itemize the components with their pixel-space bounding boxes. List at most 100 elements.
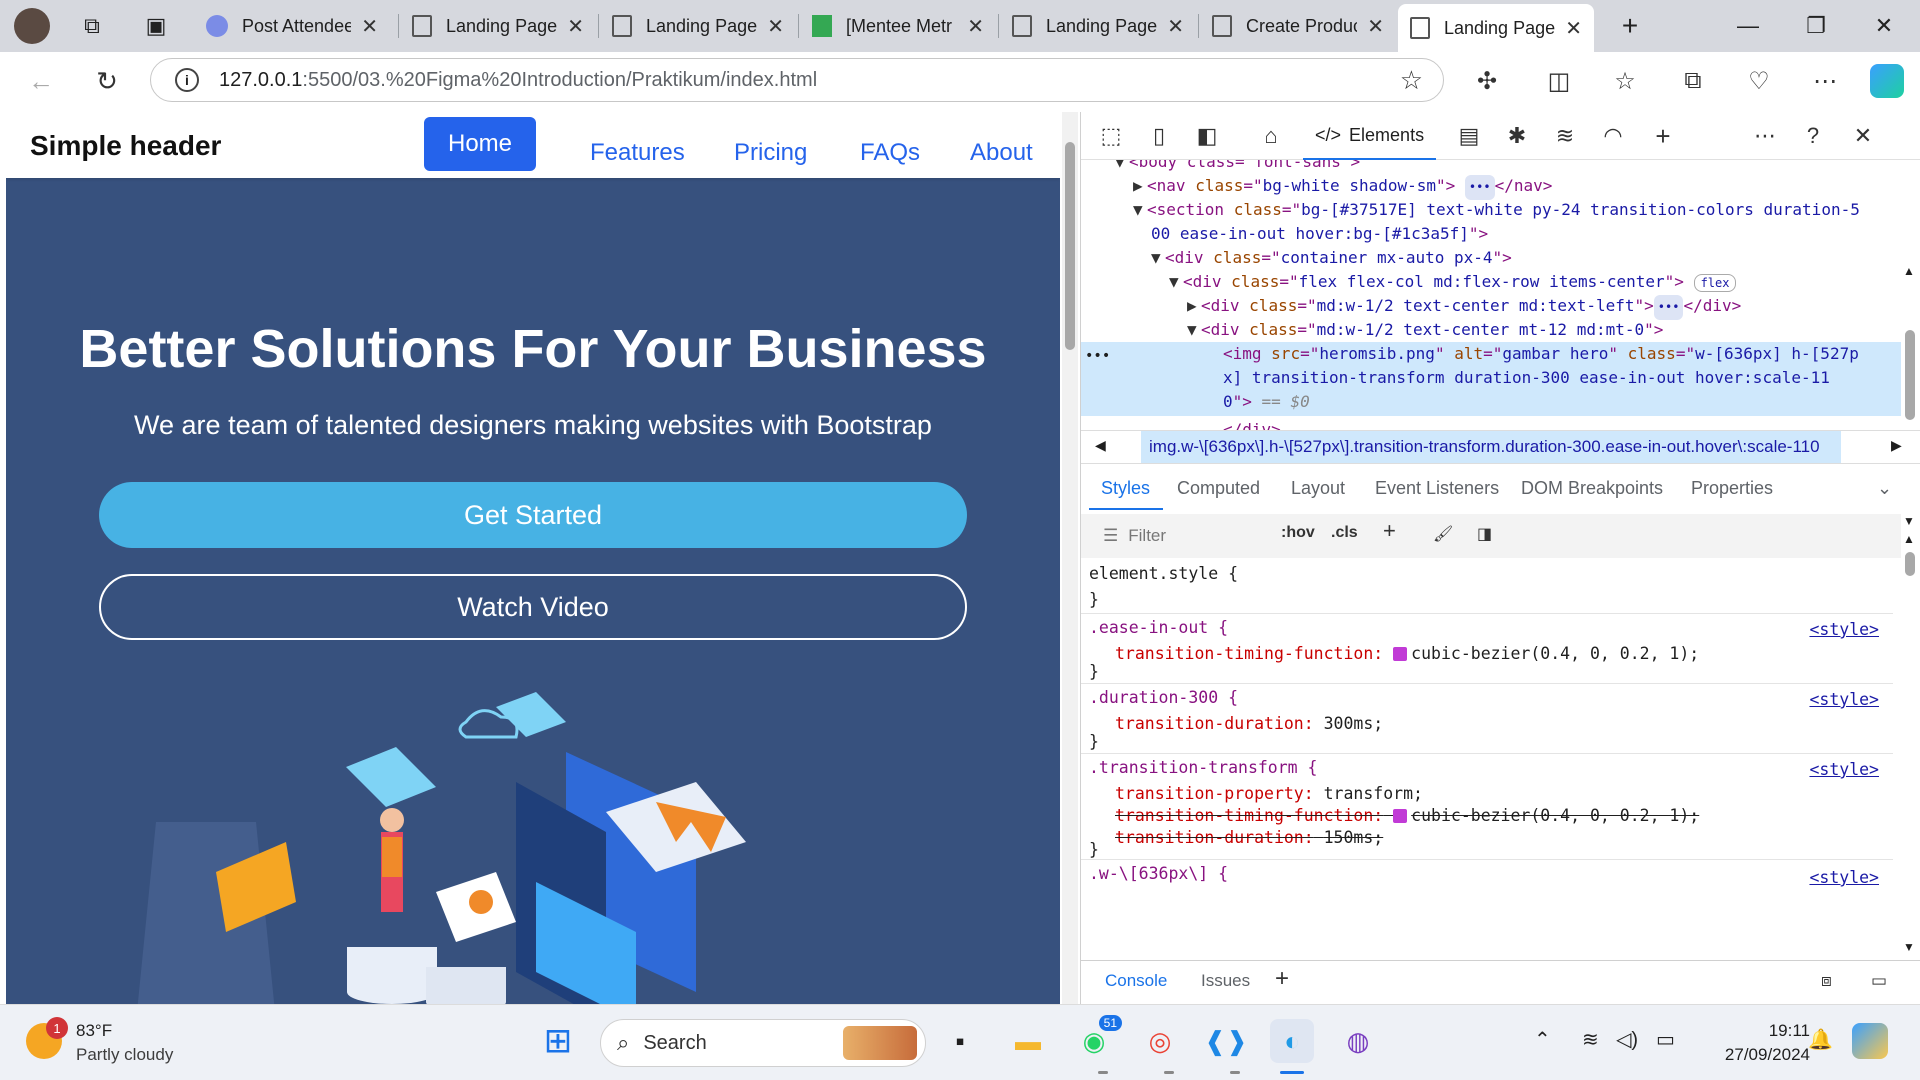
css-value-overridden[interactable]: cubic-bezier(0.4, 0, 0.2, 1); [1411,806,1699,825]
close-icon[interactable]: ✕ [1367,14,1384,39]
help-icon[interactable]: ? [1797,120,1829,152]
profile-avatar[interactable] [14,8,50,44]
rule-w-636px[interactable]: .w-\[636px\] { <style> [1081,860,1893,900]
css-value[interactable]: 300ms; [1324,714,1384,733]
dom-node-col2[interactable]: ▼ <div class="md:w-1/2 text-center mt-12 … [1187,318,1663,343]
dock-drawer-icon[interactable]: ⧈ [1821,971,1832,991]
dom-tree-scrollbar[interactable]: ▲ ▼ [1901,264,1917,528]
back-icon[interactable]: ← [22,62,60,100]
css-value-overridden[interactable]: 150ms; [1324,828,1384,847]
flex-badge[interactable]: flex [1693,274,1737,292]
favorite-star-icon[interactable]: ☆ [1400,65,1423,96]
tab-mentee-metrics[interactable]: [Mentee Metr ✕ [800,6,996,46]
extensions-icon[interactable]: ✣ [1470,64,1504,98]
collapsed-ellipsis-icon[interactable]: ••• [1464,175,1495,200]
tab-elements[interactable]: </> Elements [1303,112,1437,160]
nav-link-home[interactable]: Home [424,117,537,171]
taskbar-search[interactable]: ⌕ Search [600,1019,926,1067]
new-rule-plus-icon[interactable]: + [1383,518,1396,544]
rule-element-style[interactable]: element.style { } [1081,560,1893,614]
rule-source-link[interactable]: <style> [1809,868,1879,887]
file-explorer-icon[interactable]: ▬ [1006,1019,1050,1063]
inspect-icon[interactable]: ⬚ [1095,120,1127,152]
new-tab-button[interactable]: + [1612,8,1648,44]
start-windows-icon[interactable]: ⊞ [536,1019,580,1063]
styles-scrollbar[interactable]: ▲ ▼ [1901,532,1917,962]
css-property[interactable]: transition-timing-function: [1115,644,1383,663]
bezier-editor-icon[interactable] [1393,647,1408,661]
vscode-icon[interactable]: ❰❱ [1204,1019,1248,1063]
toggle-sidebar-icon[interactable]: ◨ [1477,524,1492,544]
close-icon[interactable]: ✕ [361,14,378,39]
edge-icon[interactable]: ◐ [1270,1019,1314,1063]
github-desktop-icon[interactable]: ◍ [1336,1019,1380,1063]
scroll-down-icon[interactable]: ▼ [1903,940,1915,954]
address-bar[interactable]: i 127.0.0.1:5500/03.%20Figma%20Introduct… [150,58,1444,102]
dom-node-body[interactable]: ▼ <body class="font-sans"> [1115,160,1360,175]
tab-properties[interactable]: Properties [1691,478,1773,499]
collections-icon[interactable]: ⧉ [1676,64,1710,98]
weather-widget[interactable]: 1 83°F Partly cloudy [22,1017,222,1069]
css-property[interactable]: transition-property: [1115,784,1314,803]
minimize-button[interactable]: — [1730,8,1766,44]
tab-console[interactable]: Console [1105,971,1167,991]
tab-landing-page-3[interactable]: Landing Page ✕ [1000,6,1196,46]
battery-icon[interactable]: ▭ [1656,1027,1675,1052]
scroll-up-icon[interactable]: ▲ [1903,532,1915,546]
performance-icon[interactable]: ◠ [1597,120,1629,152]
breadcrumb-selected[interactable]: img.w-\[636px\].h-\[527px\].transition-t… [1141,431,1841,463]
close-icon[interactable]: ✕ [767,14,784,39]
welcome-home-icon[interactable]: ⌂ [1255,120,1287,152]
close-icon[interactable]: ✕ [567,14,584,39]
rule-source-link[interactable]: <style> [1809,690,1879,709]
close-icon[interactable]: ✕ [1565,16,1582,41]
css-value[interactable]: cubic-bezier(0.4, 0, 0.2, 1); [1411,644,1699,663]
split-screen-icon[interactable]: ◫ [1542,64,1576,98]
breadcrumb-right-icon[interactable]: ▶ [1891,437,1902,454]
css-property-overridden[interactable]: transition-timing-function: [1115,806,1383,825]
copilot-icon[interactable] [1870,64,1904,98]
restore-button[interactable]: ❐ [1798,8,1834,44]
close-icon[interactable]: ✕ [967,14,984,39]
show-hidden-icons-chevron-icon[interactable]: ⌃ [1534,1027,1551,1052]
dom-node-nav[interactable]: ▶ <nav class="bg-white shadow-sm"> ••• </n… [1133,174,1552,200]
refresh-icon[interactable]: ↻ [88,62,126,100]
sources-bug-icon[interactable]: ✱ [1501,120,1533,152]
site-brand[interactable]: Simple header [30,130,221,162]
network-wifi-icon[interactable]: ≋ [1549,120,1581,152]
dom-node-section[interactable]: ▼ <section class="bg-[#37517E] text-white… [1133,198,1860,223]
nav-link-pricing[interactable]: Pricing [734,126,807,180]
console-icon[interactable]: ▤ [1453,120,1485,152]
tab-styles[interactable]: Styles [1101,478,1150,499]
watch-video-button[interactable]: Watch Video [99,574,967,640]
tab-layout[interactable]: Layout [1291,478,1345,499]
dom-node-col1[interactable]: ▶ <div class="md:w-1/2 text-center md:tex… [1187,294,1741,320]
scrollbar-thumb[interactable] [1905,330,1915,420]
favorites-icon[interactable]: ☆ [1608,64,1642,98]
devtools-more-icon[interactable]: ⋯ [1749,120,1781,152]
notifications-bell-icon[interactable]: 🔔 [1808,1027,1833,1052]
scroll-up-icon[interactable]: ▲ [1903,264,1915,278]
node-actions-ellipsis-icon[interactable]: ••• [1085,344,1110,369]
tab-create-product[interactable]: Create Produc ✕ [1200,6,1396,46]
dom-node-flex[interactable]: ▼ <div class="flex flex-col md:flex-row i… [1169,270,1737,295]
dom-node-img-selected[interactable]: ••• <img src="heromsib.png" alt="gambar … [1081,342,1901,416]
collapse-drawer-icon[interactable]: ▭ [1871,971,1887,991]
scrollbar-thumb[interactable] [1905,552,1915,576]
tab-dom-breakpoints[interactable]: DOM Breakpoints [1521,478,1663,499]
taskbar-clock[interactable]: 19:11 27/09/2024 [1700,1019,1810,1067]
scroll-down-icon[interactable]: ▼ [1903,514,1915,528]
tab-actions-icon[interactable]: ▣ [138,8,174,44]
tab-landing-page-1[interactable]: Landing Page ✕ [400,6,596,46]
nav-link-about[interactable]: About [970,126,1033,180]
whatsapp-icon[interactable]: ◉ 51 [1072,1015,1122,1063]
get-started-button[interactable]: Get Started [99,482,967,548]
chrome-icon[interactable]: ◎ [1138,1019,1182,1063]
close-window-button[interactable]: ✕ [1866,8,1902,44]
close-devtools-icon[interactable]: ✕ [1847,120,1879,152]
hov-toggle[interactable]: :hov [1281,524,1315,542]
close-icon[interactable]: ✕ [1167,14,1184,39]
rule-ease-in-out[interactable]: .ease-in-out { <style> transition-timing… [1081,614,1893,684]
device-emulation-icon[interactable]: ▯ [1143,120,1175,152]
css-property[interactable]: transition-duration: [1115,714,1314,733]
